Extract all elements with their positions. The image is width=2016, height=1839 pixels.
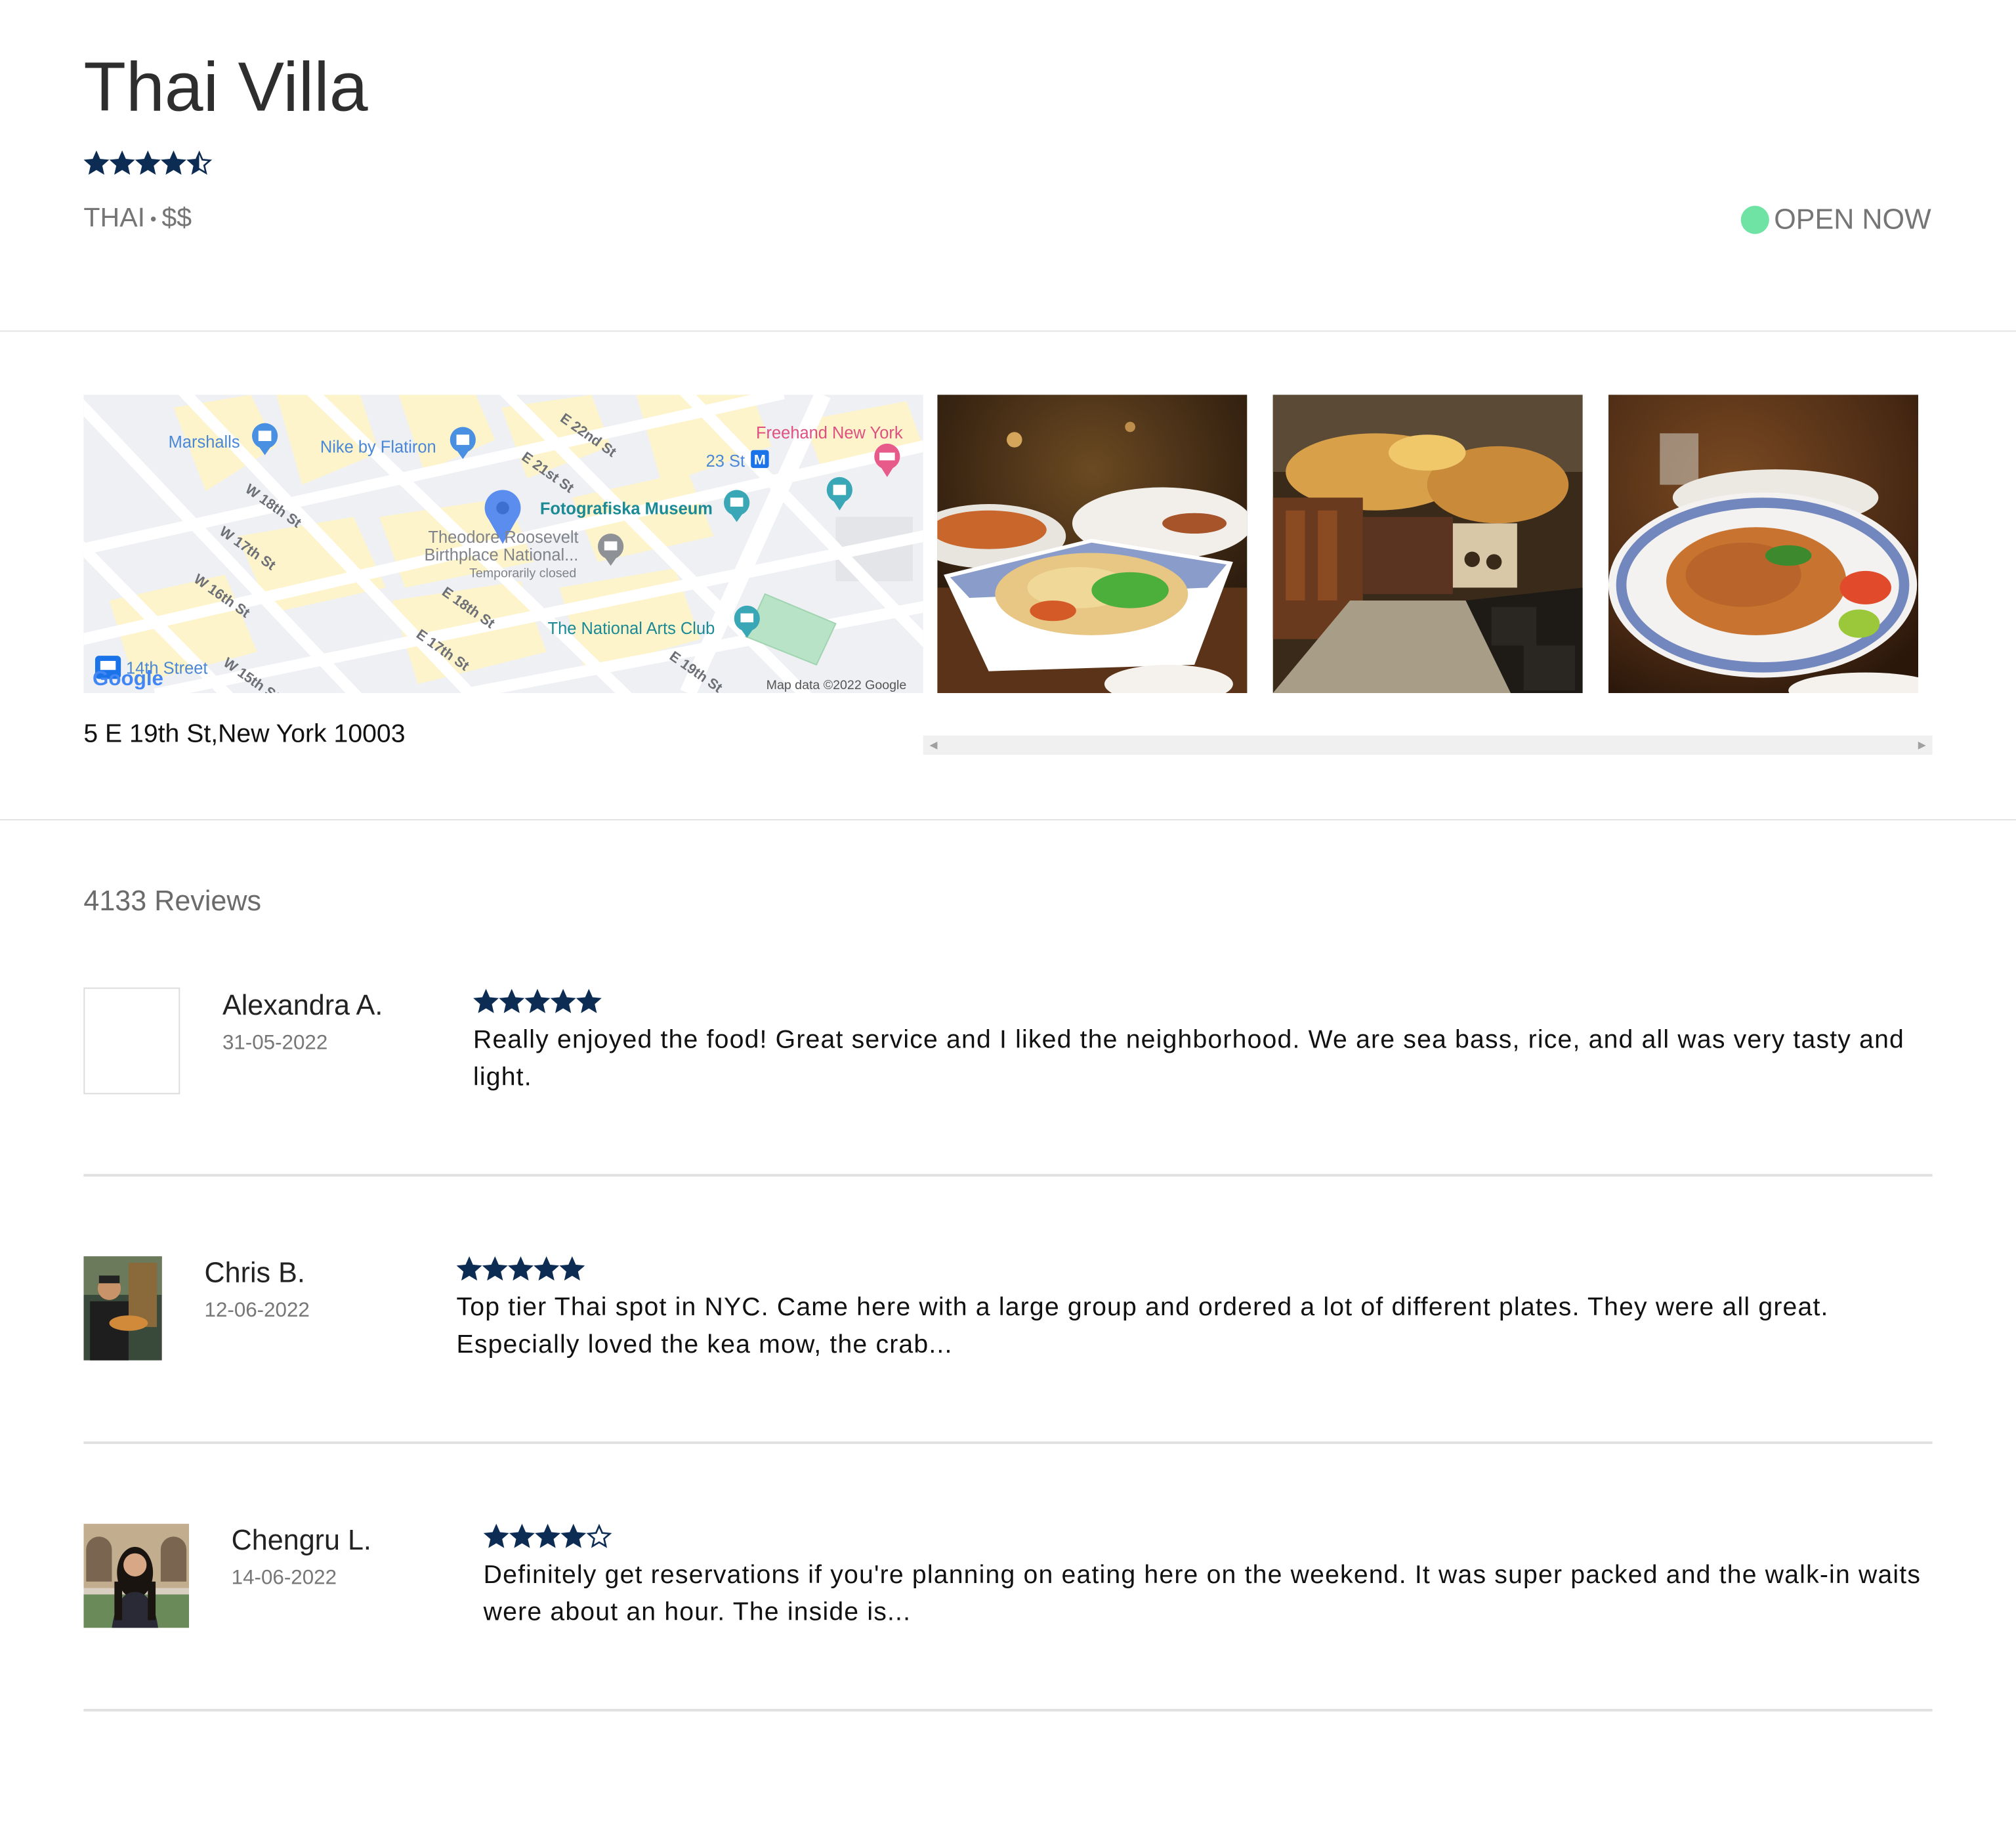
map-poi-label: Fotografiska Museum (540, 500, 713, 518)
restaurant-name: Thai Villa (83, 49, 368, 127)
star-filled-icon (473, 988, 499, 1013)
star-filled-icon (560, 1523, 587, 1548)
map-poi-label: Marshalls (169, 433, 240, 452)
star-filled-icon (456, 1256, 482, 1281)
cuisine-label: THAI (83, 203, 146, 233)
avatar (83, 1256, 162, 1361)
restaurant-page: Thai Villa THAI • $$ OPEN NOW E 22nd St … (0, 0, 2016, 1839)
pad-thai-photo[interactable] (937, 394, 1248, 694)
review-author: Chris B. (204, 1256, 305, 1289)
metro-station-icon[interactable]: M (751, 450, 769, 469)
map-credit: Map data ©2022 Google (766, 678, 907, 692)
star-filled-icon (550, 988, 576, 1013)
map-poi-label: The National Arts Club (548, 620, 715, 638)
restaurant-rating-stars (83, 150, 213, 176)
review-text: Really enjoyed the food! Great service a… (472, 1026, 1905, 1092)
star-filled-icon (559, 1256, 585, 1281)
map-poi-label: Nike by Flatiron (320, 438, 436, 457)
review-divider (83, 1441, 1933, 1445)
map-poi-label: Temporarily closed (469, 566, 576, 581)
map-poi-label: Theodore Roosevelt (428, 528, 578, 547)
review-rating-stars (473, 988, 602, 1015)
star-filled-icon (482, 1256, 508, 1281)
scroll-right-arrow-icon[interactable]: ▶ (1918, 740, 1926, 751)
review-rating-stars (456, 1256, 585, 1282)
map-poi-label: Freehand New York (756, 424, 903, 442)
scroll-left-arrow-icon[interactable]: ◀ (929, 740, 937, 751)
star-half-icon (186, 150, 213, 175)
avatar (83, 987, 180, 1095)
review-rating-stars (483, 1523, 612, 1550)
map-poi-label: Birthplace National... (425, 546, 579, 564)
review-author: Alexandra A. (222, 988, 383, 1021)
review-divider (83, 1708, 1933, 1712)
meta-separator: • (150, 208, 157, 229)
map-poi-label: 23 St (706, 452, 745, 471)
location-map[interactable]: E 22nd St E 21st St W 18th St W 17th St … (83, 394, 923, 694)
section-divider (0, 819, 2016, 820)
star-filled-icon (535, 1523, 561, 1548)
open-status-label: OPEN NOW (1774, 203, 1931, 236)
review-author: Chengru L. (231, 1523, 371, 1556)
star-filled-icon (576, 988, 602, 1013)
star-empty-icon (586, 1523, 612, 1548)
avatar (83, 1523, 190, 1628)
review-divider (83, 1173, 1933, 1177)
star-filled-icon (109, 150, 135, 175)
google-logo: Google (93, 667, 163, 690)
open-status: OPEN NOW (1740, 203, 1931, 237)
review-date: 12-06-2022 (204, 1300, 310, 1322)
star-filled-icon (534, 1256, 560, 1281)
star-filled-icon (83, 150, 110, 175)
photos-horizontal-scrollbar[interactable]: ◀ ▶ (923, 735, 1933, 755)
review-date: 14-06-2022 (231, 1567, 337, 1590)
price-level: $$ (161, 203, 192, 233)
restaurant-address: 5 E 19th St,New York 10003 (83, 720, 406, 749)
star-filled-icon (161, 150, 186, 175)
svg-text:M: M (754, 451, 766, 467)
dining-room-photo[interactable] (1272, 394, 1583, 694)
status-indicator-icon (1740, 205, 1769, 234)
fried-rice-photo[interactable] (1608, 394, 1919, 694)
review-date: 31-05-2022 (222, 1032, 328, 1055)
reviews-count: 4133 Reviews (83, 884, 262, 917)
section-divider (0, 330, 2016, 332)
restaurant-meta: THAI • $$ (83, 203, 192, 234)
review-text: Top tier Thai spot in NYC. Came here wit… (456, 1293, 1829, 1359)
star-filled-icon (524, 988, 551, 1013)
star-filled-icon (483, 1523, 509, 1548)
star-filled-icon (135, 150, 161, 175)
review-text: Definitely get reservations if you're pl… (483, 1561, 1922, 1627)
star-filled-icon (499, 988, 525, 1013)
star-filled-icon (508, 1256, 534, 1281)
star-filled-icon (509, 1523, 535, 1548)
